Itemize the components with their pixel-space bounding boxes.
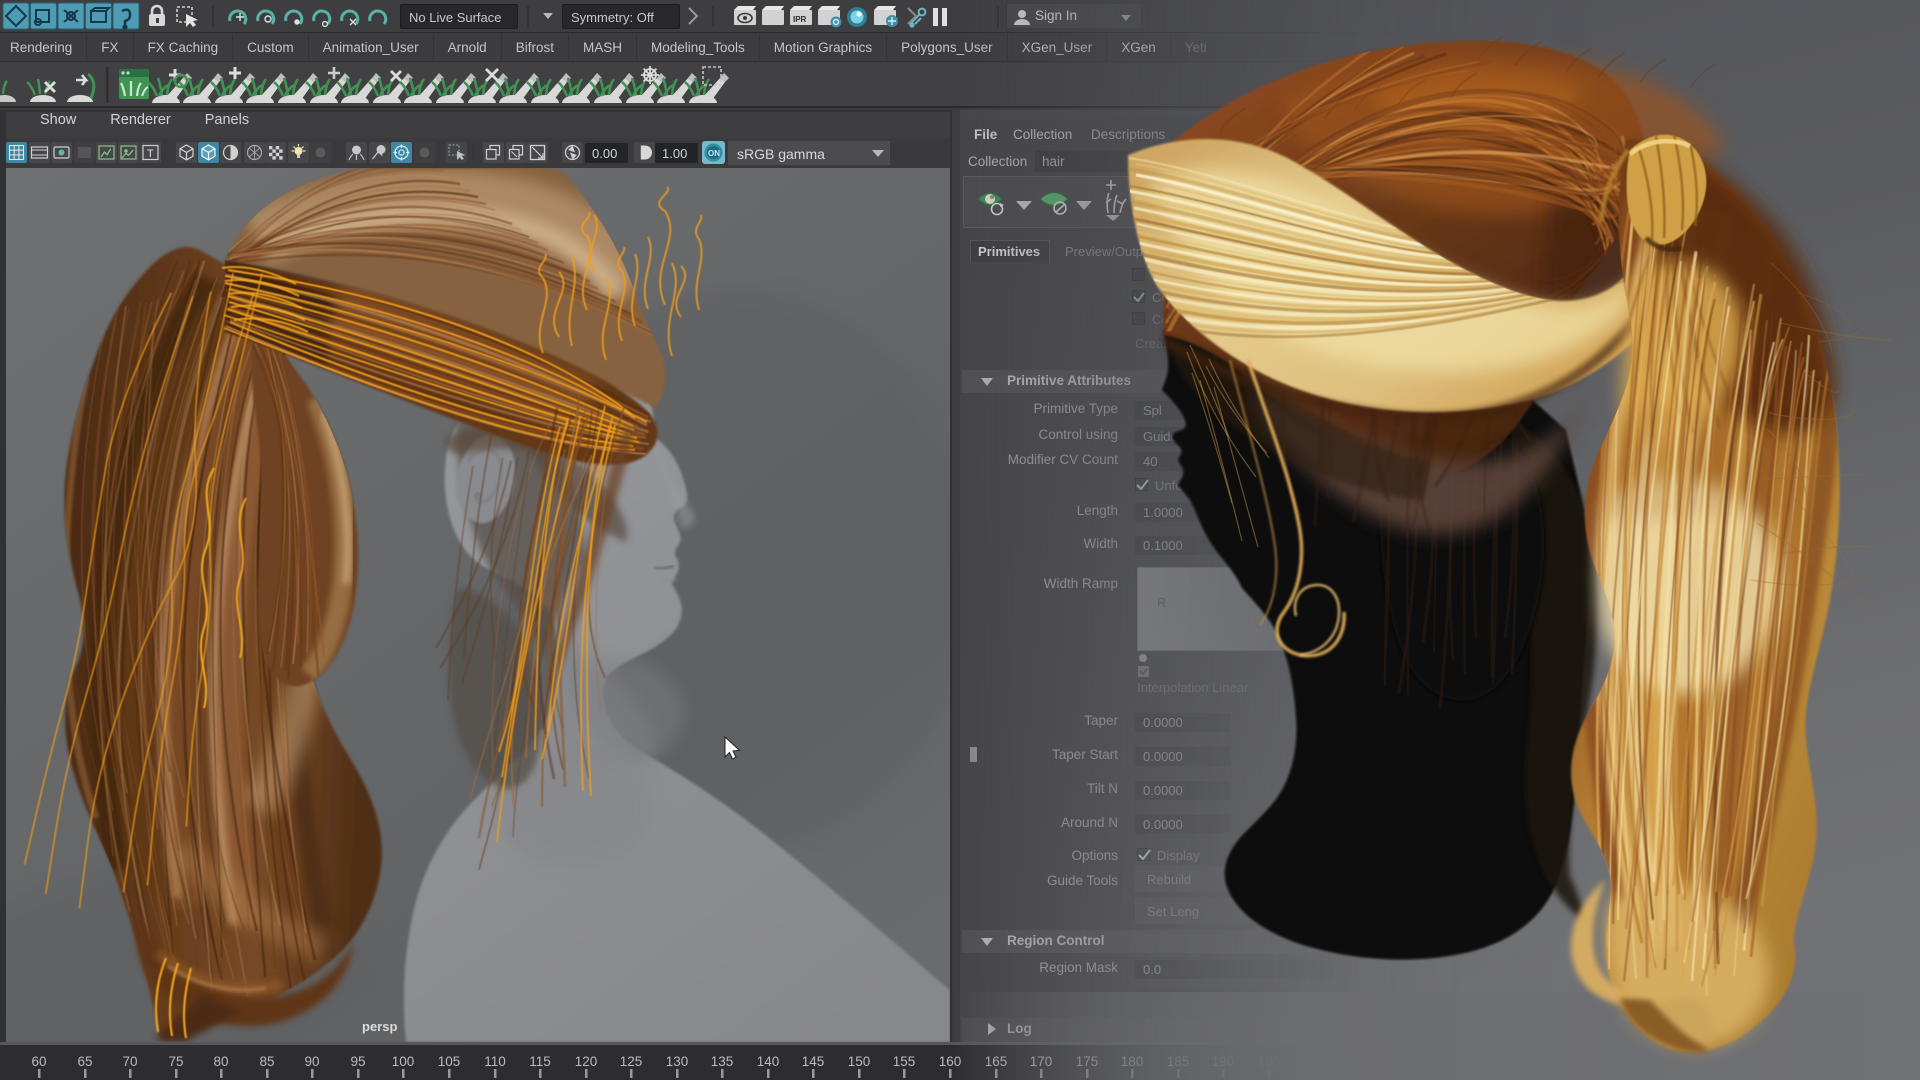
svg-text:150: 150 bbox=[848, 1054, 871, 1069]
svg-text:115: 115 bbox=[529, 1054, 551, 1069]
svg-text:sRGB gamma: sRGB gamma bbox=[737, 146, 825, 162]
svg-text:70: 70 bbox=[122, 1054, 137, 1069]
svg-text:persp: persp bbox=[362, 1019, 397, 1034]
svg-text:T: T bbox=[147, 148, 154, 160]
svg-text:130: 130 bbox=[666, 1054, 689, 1069]
svg-text:135: 135 bbox=[711, 1054, 734, 1069]
svg-text:65: 65 bbox=[77, 1054, 92, 1069]
svg-text:IPR: IPR bbox=[793, 15, 807, 24]
svg-text:120: 120 bbox=[575, 1054, 598, 1069]
svg-text:140: 140 bbox=[757, 1054, 780, 1069]
svg-text:75: 75 bbox=[168, 1054, 183, 1069]
svg-text:155: 155 bbox=[893, 1054, 916, 1069]
svg-text:110: 110 bbox=[484, 1054, 506, 1069]
svg-text:60: 60 bbox=[31, 1054, 46, 1069]
svg-text:105: 105 bbox=[438, 1054, 461, 1069]
svg-text:90: 90 bbox=[304, 1054, 319, 1069]
svg-text:95: 95 bbox=[350, 1054, 365, 1069]
svg-text:85: 85 bbox=[259, 1054, 274, 1069]
svg-text:80: 80 bbox=[213, 1054, 228, 1069]
svg-text:125: 125 bbox=[620, 1054, 643, 1069]
svg-text:1.00: 1.00 bbox=[662, 146, 687, 161]
svg-text:0.00: 0.00 bbox=[592, 146, 617, 161]
svg-text:ON: ON bbox=[708, 149, 720, 158]
svg-text:145: 145 bbox=[802, 1054, 825, 1069]
svg-text:100: 100 bbox=[392, 1054, 415, 1069]
